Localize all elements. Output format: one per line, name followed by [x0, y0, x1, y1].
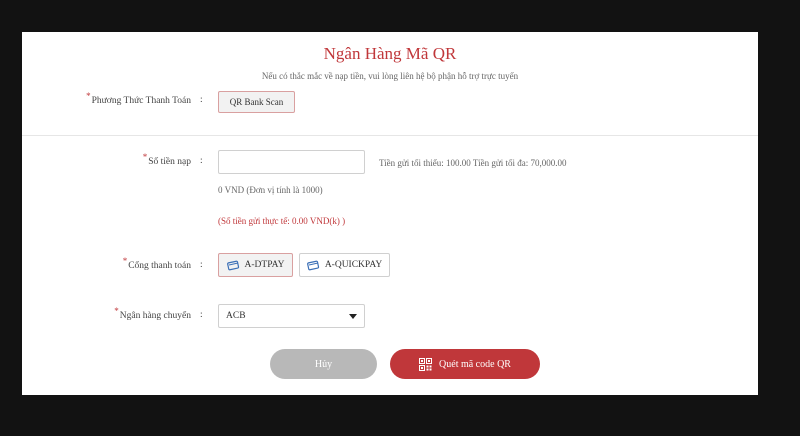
gateway-label-wrap: *Cổng thanh toán — [0, 256, 191, 271]
card-icon — [226, 260, 239, 270]
amount-colon: : — [200, 156, 203, 166]
bank-select[interactable]: ACB — [218, 304, 365, 328]
amount-label: Số tiền nạp — [148, 157, 191, 167]
required-mark: * — [86, 91, 91, 101]
amount-unit-note: 0 VND (Đơn vị tính là 1000) — [218, 185, 323, 195]
bank-colon: : — [200, 310, 203, 320]
caret-down-icon — [349, 314, 357, 319]
cancel-button-label: Hủy — [314, 358, 333, 370]
page-subtitle: Nếu có thắc mắc về nạp tiền, vui lòng li… — [261, 71, 519, 81]
gateway-option-label: A-QUICKPAY — [324, 260, 383, 270]
method-colon: : — [200, 95, 203, 105]
qr-code-icon — [419, 357, 433, 371]
required-mark: * — [114, 306, 119, 316]
deposit-panel: Ngân Hàng Mã QR Nếu có thắc mắc về nạp t… — [22, 32, 758, 395]
page-title: Ngân Hàng Mã QR — [323, 44, 457, 63]
bank-label-wrap: *Ngân hàng chuyển — [0, 306, 191, 321]
bank-selected-value: ACB — [226, 311, 246, 321]
section-divider — [22, 135, 758, 136]
bank-label: Ngân hàng chuyển — [119, 311, 191, 321]
gateway-label: Cổng thanh toán — [128, 261, 191, 271]
gateway-a-dtpay-button[interactable]: A-DTPAY — [218, 253, 293, 277]
amount-limits: Tiền gửi tối thiểu: 100.00 Tiền gửi tối … — [379, 158, 567, 168]
cancel-button[interactable]: Hủy — [270, 349, 377, 379]
required-mark: * — [122, 256, 128, 266]
amount-label-wrap: *Số tiền nạp — [0, 152, 191, 167]
method-option-label: QR Bank Scan — [229, 97, 284, 107]
method-label: Phương Thức Thanh Toán — [91, 96, 191, 106]
gateway-a-quickpay-button[interactable]: A-QUICKPAY — [299, 253, 390, 277]
method-qr-bank-scan-button[interactable]: QR Bank Scan — [218, 91, 295, 113]
amount-input[interactable] — [218, 150, 365, 174]
method-label-wrap: *Phương Thức Thanh Toán — [0, 91, 191, 106]
scan-button-label: Quét mã code QR — [439, 358, 511, 370]
gateway-colon: : — [200, 260, 203, 270]
gateway-option-label: A-DTPAY — [244, 260, 285, 270]
scan-qr-button[interactable]: Quét mã code QR — [390, 349, 540, 379]
actual-amount-note: (Số tiền gửi thực tế: 0.00 VND(k) ) — [218, 216, 346, 226]
card-icon — [306, 260, 319, 270]
required-mark: * — [142, 152, 148, 162]
